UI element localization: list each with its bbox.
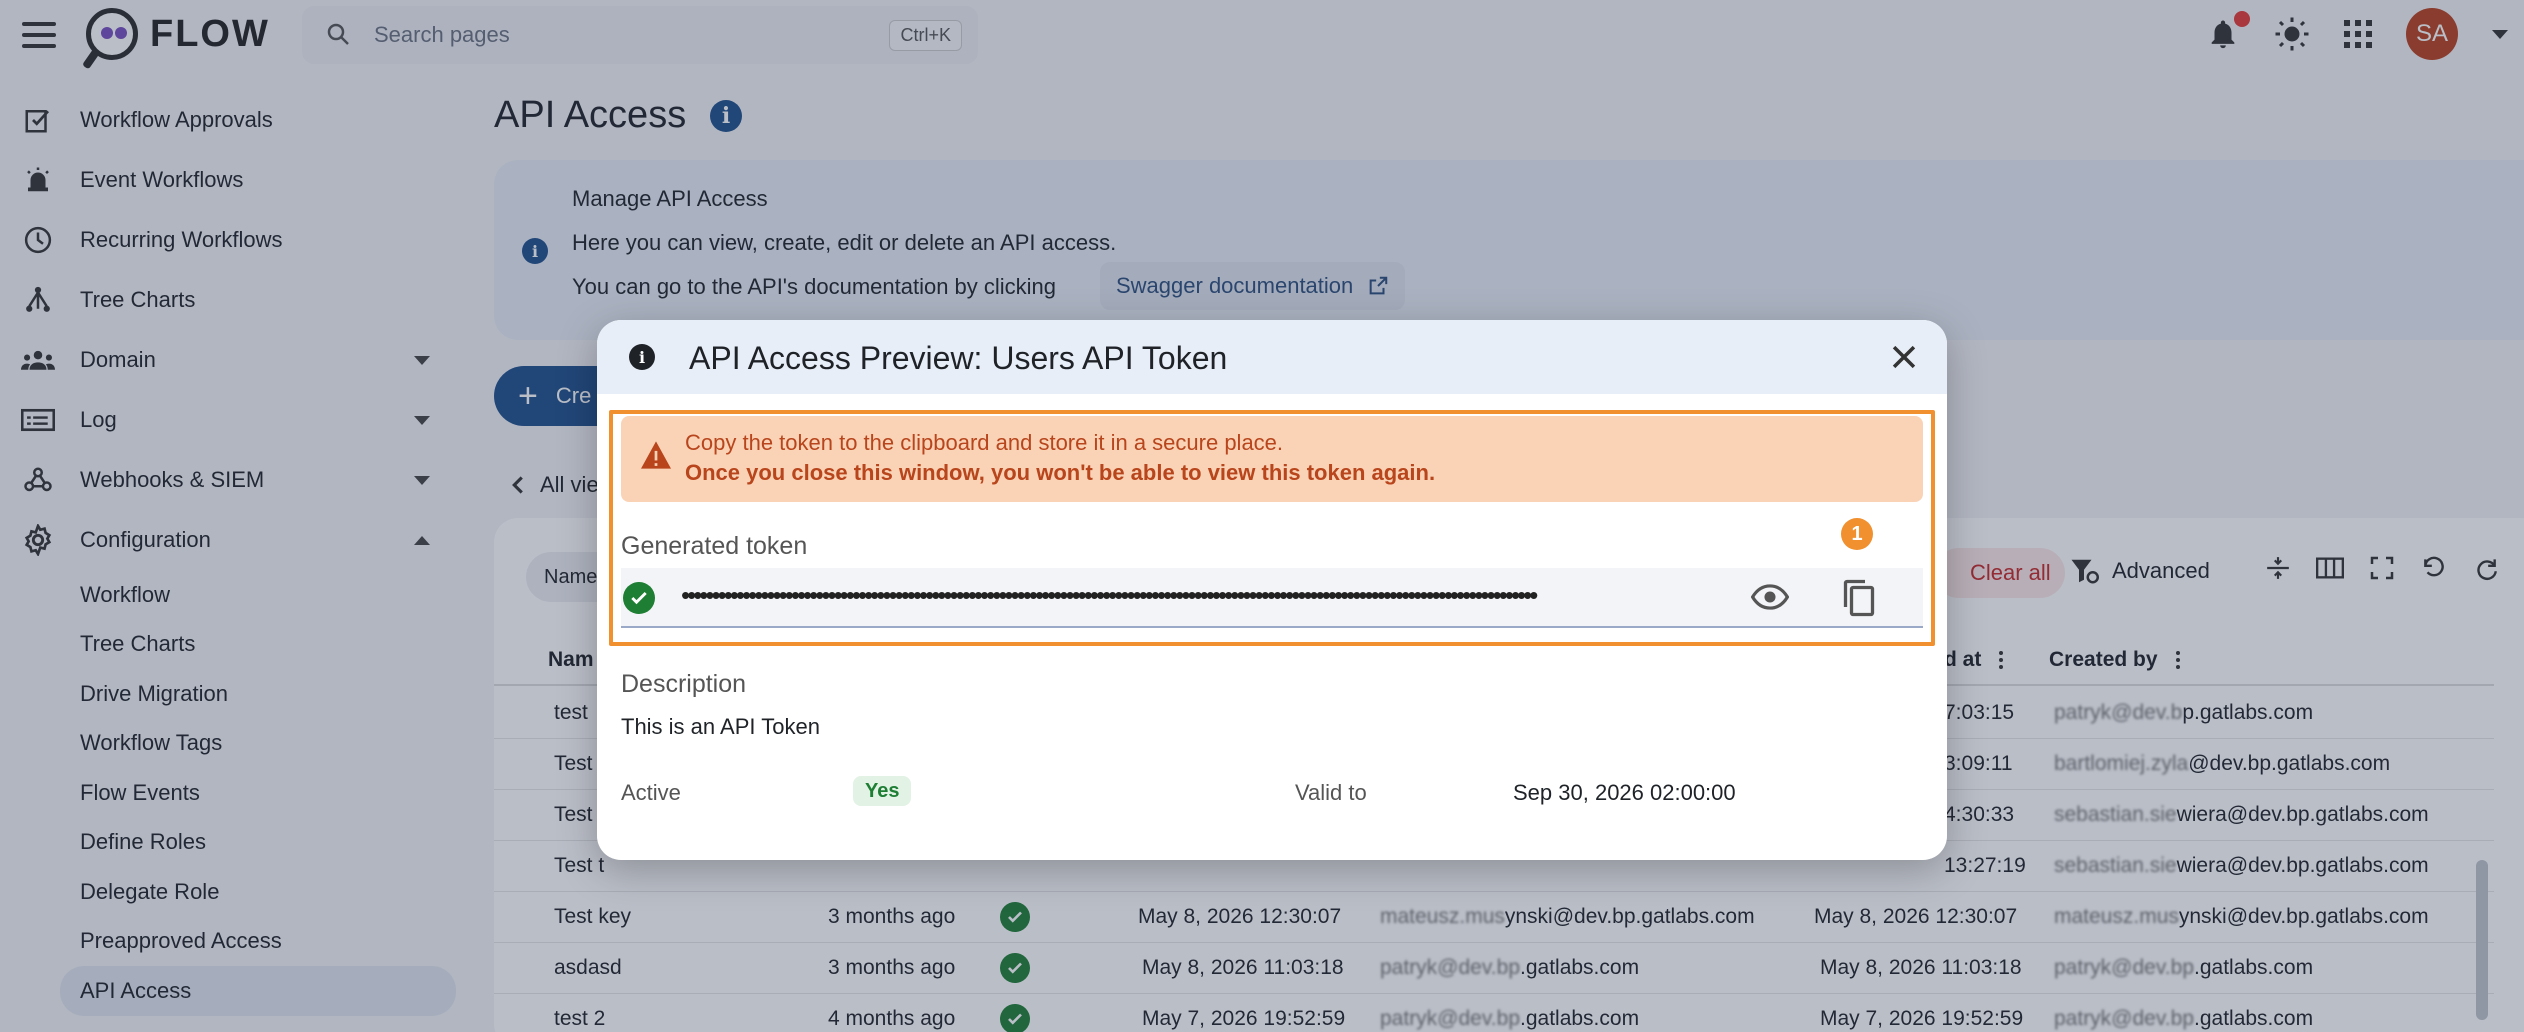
valid-to-label: Valid to xyxy=(1295,780,1367,805)
api-access-preview-dialog: i API Access Preview: Users API Token Co… xyxy=(597,320,1947,860)
warning-text-bold: Once you close this window, you won't be… xyxy=(685,460,1436,485)
active-status-badge: Yes xyxy=(853,776,912,806)
show-token-eye-icon[interactable] xyxy=(1751,584,1789,610)
warning-icon xyxy=(641,441,671,469)
token-value: ••••••••••••••••••••••••••••••••••••••••… xyxy=(681,580,1538,610)
dialog-title: API Access Preview: Users API Token xyxy=(689,340,1228,376)
active-label: Active xyxy=(621,780,681,805)
close-icon[interactable] xyxy=(1887,340,1921,374)
check-icon xyxy=(623,582,655,614)
generated-token-label: Generated token xyxy=(621,532,808,560)
description-label: Description xyxy=(621,670,747,698)
warning-text: Copy the token to the clipboard and stor… xyxy=(685,430,1284,455)
info-icon: i xyxy=(629,344,655,370)
step-badge: 1 xyxy=(1841,518,1873,550)
valid-to-value: Sep 30, 2026 02:00:00 xyxy=(1513,780,1736,805)
warning-alert: Copy the token to the clipboard and stor… xyxy=(621,416,1923,502)
generated-token-field[interactable]: ••••••••••••••••••••••••••••••••••••••••… xyxy=(621,568,1923,628)
description-value: This is an API Token xyxy=(621,714,820,739)
copy-icon[interactable] xyxy=(1841,578,1877,618)
dialog-header: i API Access Preview: Users API Token xyxy=(597,320,1947,394)
